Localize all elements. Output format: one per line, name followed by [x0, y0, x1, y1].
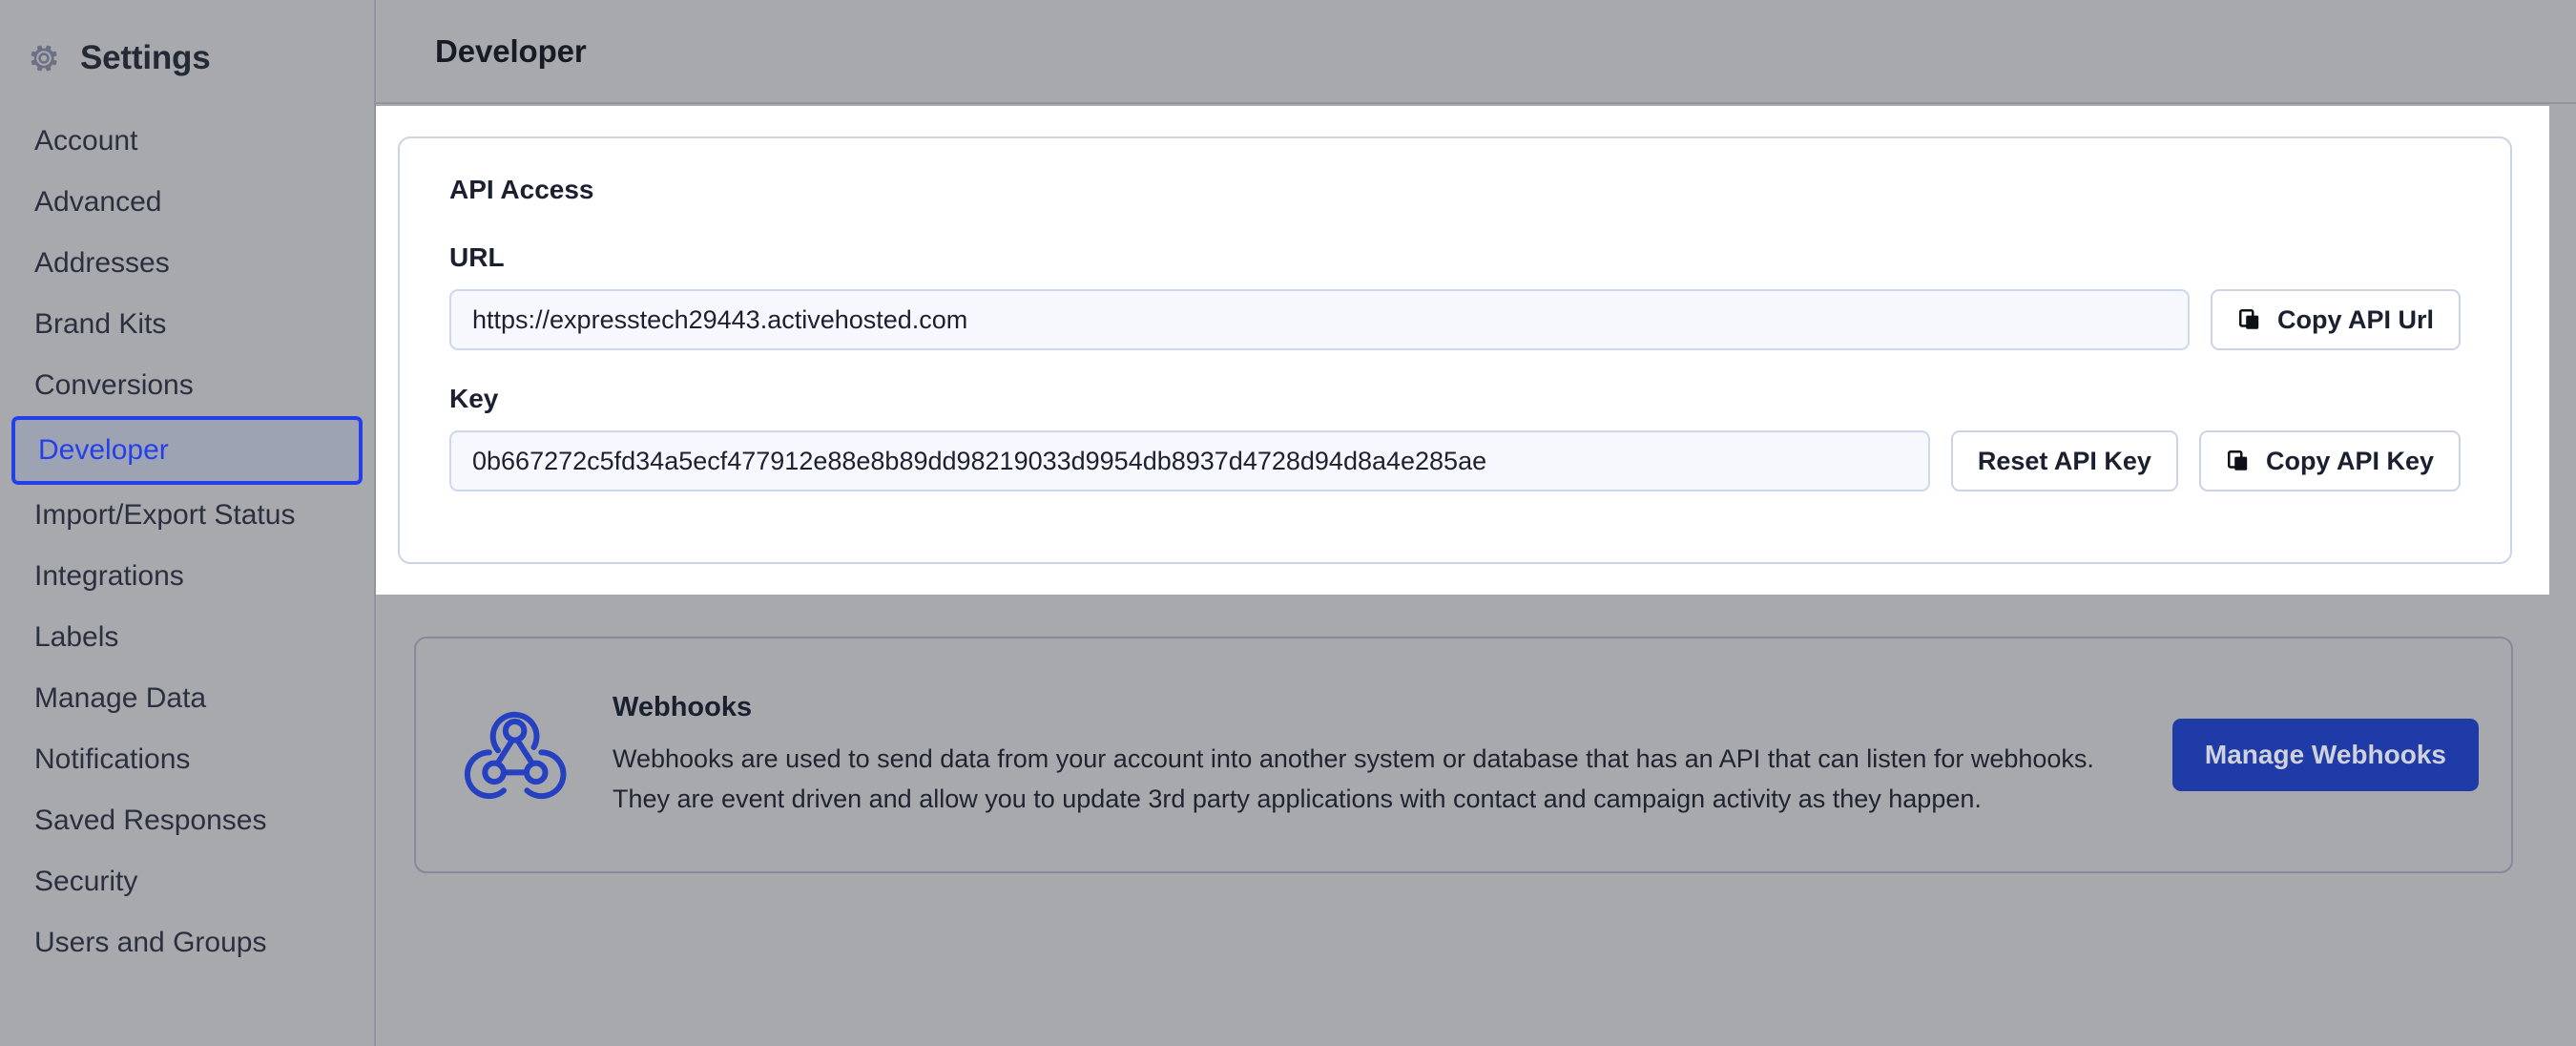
- url-label: URL: [449, 242, 505, 272]
- sidebar-item-label: Import/Export Status: [34, 499, 296, 531]
- copy-api-key-button[interactable]: Copy API Key: [2198, 430, 2461, 492]
- copy-icon: [2237, 307, 2262, 332]
- sidebar-item-manage-data[interactable]: Manage Data: [0, 668, 374, 729]
- copy-api-url-button[interactable]: Copy API Url: [2210, 289, 2461, 350]
- page-title: Developer: [435, 32, 587, 69]
- sidebar-item-users-and-groups[interactable]: Users and Groups: [0, 912, 374, 973]
- webhooks-card: Webhooks Webhooks are used to send data …: [414, 637, 2513, 873]
- webhook-icon: [458, 698, 572, 812]
- url-field-row: https://expresstech29443.activehosted.co…: [449, 289, 2461, 350]
- sidebar-item-notifications[interactable]: Notifications: [0, 729, 374, 790]
- sidebar-item-import-export-status[interactable]: Import/Export Status: [0, 485, 374, 546]
- sidebar-item-security[interactable]: Security: [0, 851, 374, 912]
- reset-api-key-label: Reset API Key: [1977, 446, 2151, 475]
- api-access-heading: API Access: [449, 175, 594, 204]
- sidebar-item-label: Addresses: [34, 247, 170, 279]
- sidebar-item-label: Labels: [34, 621, 119, 653]
- main-content: Developer API Access URL https://express…: [376, 0, 2576, 1046]
- sidebar-item-brand-kits[interactable]: Brand Kits: [0, 294, 374, 355]
- api-key-input[interactable]: 0b667272c5fd34a5ecf477912e88e8b89dd98219…: [449, 430, 1930, 492]
- sidebar-item-label: Notifications: [34, 743, 191, 775]
- sidebar-item-conversions[interactable]: Conversions: [0, 355, 374, 416]
- sidebar-item-label: Advanced: [34, 186, 162, 218]
- webhooks-description: Webhooks are used to send data from your…: [613, 744, 2094, 813]
- sidebar-nav: Account Advanced Addresses Brand Kits Co…: [0, 92, 374, 973]
- sidebar-item-addresses[interactable]: Addresses: [0, 233, 374, 294]
- sidebar-item-label: Account: [34, 125, 138, 157]
- copy-icon: [2226, 449, 2251, 473]
- sidebar-item-developer[interactable]: Developer: [11, 416, 363, 485]
- api-url-input[interactable]: https://expresstech29443.activehosted.co…: [449, 289, 2190, 350]
- sidebar-item-label: Conversions: [34, 369, 194, 401]
- sidebar-item-labels[interactable]: Labels: [0, 607, 374, 668]
- reset-api-key-button[interactable]: Reset API Key: [1950, 430, 2178, 492]
- sidebar-item-label: Manage Data: [34, 682, 207, 714]
- manage-webhooks-button[interactable]: Manage Webhooks: [2171, 719, 2479, 791]
- sidebar-item-account[interactable]: Account: [0, 111, 374, 172]
- sidebar-item-advanced[interactable]: Advanced: [0, 172, 374, 233]
- sidebar-item-label: Integrations: [34, 560, 184, 592]
- copy-api-key-label: Copy API Key: [2265, 446, 2434, 475]
- sidebar-item-saved-responses[interactable]: Saved Responses: [0, 790, 374, 851]
- page-header: Developer: [376, 0, 2576, 104]
- key-field-row: 0b667272c5fd34a5ecf477912e88e8b89dd98219…: [449, 430, 2461, 492]
- sidebar-item-label: Brand Kits: [34, 308, 167, 340]
- gear-icon: [27, 41, 61, 75]
- copy-api-url-label: Copy API Url: [2276, 304, 2434, 334]
- sidebar-item-integrations[interactable]: Integrations: [0, 546, 374, 607]
- sidebar-item-label: Saved Responses: [34, 805, 267, 836]
- webhooks-title: Webhooks: [613, 692, 753, 722]
- app-root: Settings Account Advanced Addresses Bran…: [0, 0, 2576, 1046]
- sidebar-title: Settings: [80, 38, 211, 76]
- key-label: Key: [449, 384, 499, 413]
- sidebar-header: Settings: [0, 0, 374, 92]
- api-access-card: API Access URL https://expresstech29443.…: [398, 136, 2512, 564]
- sidebar-item-label: Developer: [38, 434, 169, 466]
- sidebar-item-label: Users and Groups: [34, 927, 267, 958]
- settings-sidebar: Settings Account Advanced Addresses Bran…: [0, 0, 376, 1046]
- sidebar-item-label: Security: [34, 866, 138, 897]
- webhooks-text-block: Webhooks Webhooks are used to send data …: [613, 691, 2132, 819]
